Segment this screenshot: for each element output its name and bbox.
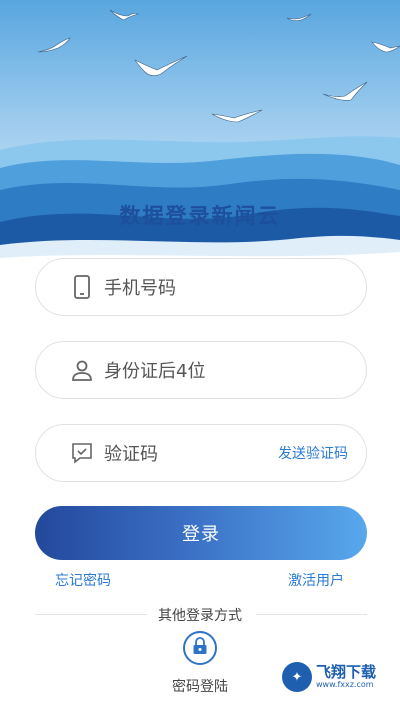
password-login-button[interactable]	[183, 631, 217, 665]
verify-message-icon	[70, 441, 94, 465]
send-code-button[interactable]: 发送验证码	[278, 443, 348, 463]
banner-title: 数据登录新闻云	[119, 204, 281, 228]
divider-right	[256, 614, 367, 615]
watermark-url: www.fxxz.com	[316, 680, 374, 689]
watermark: ✦ 飞翔下载 www.fxxz.com	[282, 662, 376, 692]
other-login-title: 其他登录方式	[158, 608, 242, 624]
user-icon	[70, 358, 94, 382]
lock-icon	[192, 637, 208, 659]
header-banner: 数据登录新闻云	[0, 0, 400, 265]
verify-code-placeholder: 验证码	[104, 444, 158, 465]
id-number-placeholder: 身份证后4位	[104, 361, 206, 382]
phone-placeholder: 手机号码	[104, 278, 176, 299]
id-number-field[interactable]: 身份证后4位	[35, 341, 367, 399]
phone-field[interactable]: 手机号码	[35, 258, 367, 316]
watermark-name: 飞翔下载	[316, 663, 377, 681]
verify-code-field[interactable]: 验证码 发送验证码	[35, 424, 367, 482]
activate-user-link[interactable]: 激活用户	[288, 570, 344, 590]
login-button[interactable]: 登录	[35, 506, 367, 560]
forgot-password-link[interactable]: 忘记密码	[55, 570, 111, 590]
watermark-logo-icon: ✦	[282, 662, 312, 692]
phone-icon	[70, 275, 94, 299]
